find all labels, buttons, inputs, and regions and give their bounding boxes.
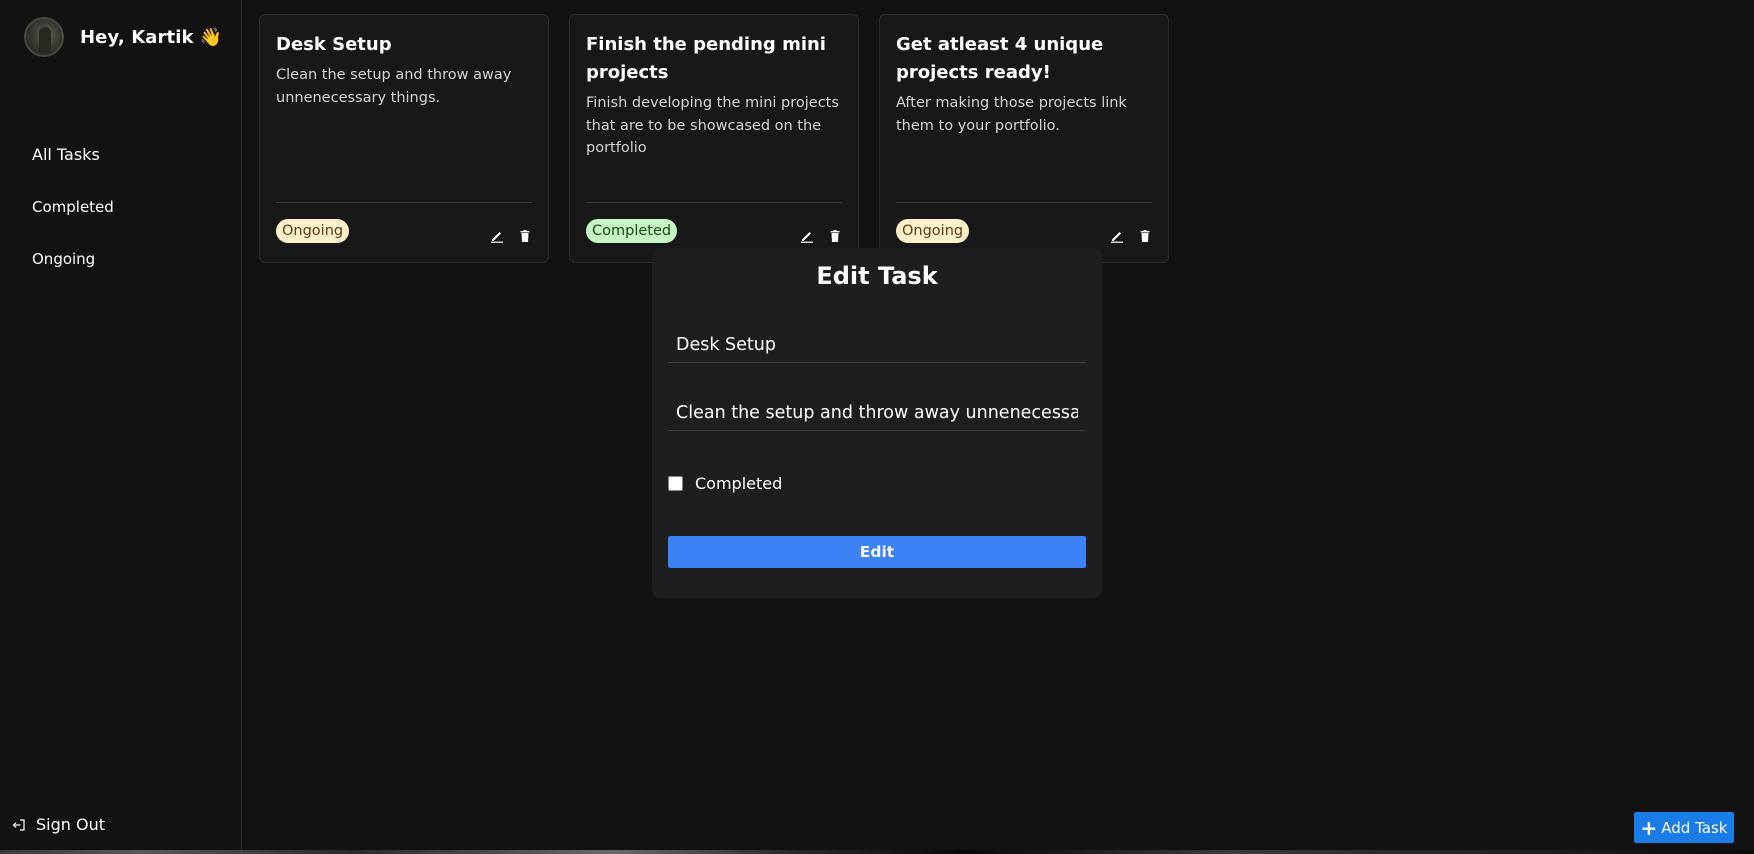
status-badge: Completed <box>586 219 678 243</box>
card-actions <box>490 229 532 243</box>
edit-icon[interactable] <box>800 229 814 243</box>
task-title: Finish the pending mini projects <box>586 34 826 83</box>
delete-icon[interactable] <box>828 229 842 243</box>
task-description: After making those projects link them to… <box>896 95 1127 134</box>
status-badge: Ongoing <box>896 219 970 243</box>
sign-out-label: Sign Out <box>36 815 105 834</box>
card-divider <box>276 202 532 203</box>
bottom-edge <box>0 850 1754 854</box>
card-actions <box>1110 229 1152 243</box>
task-card: Finish the pending mini projects Finish … <box>569 14 859 263</box>
card-divider <box>896 202 1152 203</box>
description-input[interactable] <box>668 396 1086 430</box>
completed-toggle-row: Completed <box>668 474 782 493</box>
edit-submit-button[interactable]: Edit <box>668 536 1086 568</box>
task-title: Get atleast 4 unique projects ready! <box>896 34 1104 83</box>
app-root: Hey, Kartik 👋 All Tasks Completed Ongoin… <box>0 0 1754 854</box>
task-card: Desk Setup Clean the setup and throw awa… <box>259 14 549 263</box>
edit-icon[interactable] <box>1110 229 1124 243</box>
greeting-text: Hey, Kartik 👋 <box>80 26 223 48</box>
task-card: Get atleast 4 unique projects ready! Aft… <box>879 14 1169 263</box>
sidebar-item-ongoing[interactable]: Ongoing <box>32 246 114 298</box>
sidebar-item-all-tasks[interactable]: All Tasks <box>32 142 114 194</box>
plus-icon: + <box>1640 815 1658 840</box>
task-description: Finish developing the mini projects that… <box>586 95 839 156</box>
title-input[interactable] <box>668 328 1086 362</box>
sidebar-nav: All Tasks Completed Ongoing <box>32 142 114 298</box>
sidebar: Hey, Kartik 👋 All Tasks Completed Ongoin… <box>0 0 242 854</box>
delete-icon[interactable] <box>518 229 532 243</box>
add-task-label: Add Task <box>1661 818 1728 837</box>
completed-checkbox[interactable] <box>668 476 683 491</box>
edit-icon[interactable] <box>490 229 504 243</box>
user-profile: Hey, Kartik 👋 <box>24 17 222 57</box>
title-field <box>668 328 1086 363</box>
task-title: Desk Setup <box>276 34 392 55</box>
sidebar-item-completed[interactable]: Completed <box>32 194 114 246</box>
edit-task-modal: Edit Task Completed Edit <box>652 248 1102 598</box>
add-task-button[interactable]: + Add Task <box>1634 812 1734 843</box>
completed-checkbox-label: Completed <box>695 474 783 493</box>
card-actions <box>800 229 842 243</box>
avatar <box>24 17 64 57</box>
task-description: Clean the setup and throw away unneneces… <box>276 67 512 106</box>
delete-icon[interactable] <box>1138 229 1152 243</box>
sign-out-icon <box>12 818 26 832</box>
description-field <box>668 396 1086 431</box>
sign-out-button[interactable]: Sign Out <box>12 815 105 834</box>
status-badge: Ongoing <box>276 219 350 243</box>
card-divider <box>586 202 842 203</box>
modal-title: Edit Task <box>816 262 938 290</box>
